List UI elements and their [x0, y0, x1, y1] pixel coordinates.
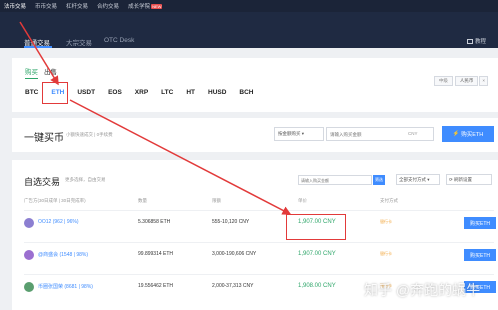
- nav-item-contract[interactable]: 合约交易: [97, 2, 119, 10]
- limit-value: 3,000-190,606 CNY: [212, 251, 257, 257]
- table-header: 广告方(30日成单 | 30日完成率) 数量 限额 单价 支付方式: [24, 198, 494, 208]
- buy-sell-toggle: 购买 出售: [25, 66, 57, 79]
- col-advertiser: 广告方(30日成单 | 30日完成率): [24, 198, 86, 203]
- filter-amount-input[interactable]: [298, 175, 372, 185]
- nav-item-academy-label: 成长学院: [128, 4, 151, 10]
- col-price: 单价: [298, 198, 307, 203]
- nav-item-fiat[interactable]: 法币交易: [4, 2, 26, 10]
- eth-highlight-box: [42, 82, 68, 104]
- quick-buy-panel: 一键买币 小额快速成交 | 0手续费 按金额购买 ▾ CNY ⚡ 购买ETH: [12, 118, 498, 152]
- price-value: 1,907.00 CNY: [298, 251, 336, 257]
- price-highlight-box: [286, 214, 346, 240]
- quantity-value: 5.306858 ETH: [138, 219, 171, 225]
- tutorial-link[interactable]: 教程: [466, 37, 486, 45]
- sub-nav: 普通交易 大宗交易 OTC Desk 教程: [0, 12, 498, 48]
- amount-unit: CNY: [408, 131, 418, 136]
- lightning-icon: ⚡: [452, 131, 460, 137]
- watermark: 知乎 @奔跑的蜗牛: [364, 282, 481, 298]
- quick-buy-subtitle: 小额快速成交 | 0手续费: [66, 132, 113, 137]
- quick-buy-eth-button[interactable]: ⚡ 购买ETH: [442, 126, 494, 142]
- coin-btc[interactable]: BTC: [25, 89, 38, 96]
- avatar: [24, 218, 34, 228]
- new-badge: NEW: [151, 4, 163, 9]
- book-icon: [466, 38, 473, 44]
- coin-bch[interactable]: BCH: [239, 89, 253, 96]
- limit-value: 555-10,120 CNY: [212, 219, 250, 225]
- coin-ltc[interactable]: LTC: [161, 89, 173, 96]
- refresh-settings-button[interactable]: ⟳ 刷新设置: [446, 174, 492, 185]
- payment-method: 银行卡: [380, 219, 392, 224]
- level-select[interactable]: 中级: [433, 76, 453, 86]
- table-row: @商盛会 (1548 | 98%) 99.899314 ETH 3,000-19…: [24, 242, 496, 270]
- display-options: 中级 人民币 ×: [432, 76, 488, 86]
- coin-ht[interactable]: HT: [186, 89, 195, 96]
- limit-value: 2,000-37,313 CNY: [212, 283, 254, 289]
- row-buy-button[interactable]: 购买ETH: [464, 249, 496, 261]
- avatar: [24, 250, 34, 260]
- refresh-icon: ⟳: [449, 177, 453, 182]
- filter-button[interactable]: 筛选: [373, 175, 385, 185]
- avatar: [24, 282, 34, 292]
- quick-buy-eth-label: 购买ETH: [461, 132, 484, 138]
- advertiser-name[interactable]: @商盛会 (1548 | 98%): [38, 251, 88, 258]
- self-select-title: 自选交易: [24, 177, 61, 187]
- advertiser-name[interactable]: OO12 (962 | 96%): [38, 219, 79, 225]
- col-payment: 支付方式: [380, 198, 398, 203]
- row-buy-button[interactable]: 购买ETH: [464, 217, 496, 229]
- col-limit: 限额: [212, 198, 221, 203]
- nav-item-spot[interactable]: 币币交易: [35, 2, 57, 10]
- payment-method: 银行卡: [380, 251, 392, 256]
- payment-method-select[interactable]: 全部支付方式 ▾: [396, 174, 440, 185]
- amount-input[interactable]: [326, 127, 434, 141]
- coin-eos[interactable]: EOS: [108, 89, 122, 96]
- buy-tab[interactable]: 购买: [25, 66, 38, 79]
- tutorial-label: 教程: [474, 39, 486, 45]
- coin-xrp[interactable]: XRP: [135, 89, 148, 96]
- buy-method-select[interactable]: 按金额购买 ▾: [274, 127, 324, 141]
- col-quantity: 数量: [138, 198, 147, 203]
- advertiser-name[interactable]: 币圈张国荣 (8681 | 98%): [38, 283, 93, 290]
- quantity-value: 99.899314 ETH: [138, 251, 174, 257]
- currency-select[interactable]: 人民币: [454, 76, 479, 86]
- quantity-value: 19.556462 ETH: [138, 283, 174, 289]
- quick-buy-title: 一键买币: [24, 133, 64, 144]
- self-select-subtitle: 更多选择，自由交易: [65, 177, 106, 182]
- active-tab-underline: [24, 46, 52, 48]
- coin-husd[interactable]: HUSD: [208, 89, 226, 96]
- sell-tab[interactable]: 出售: [44, 66, 57, 79]
- nav-item-academy[interactable]: 成长学院 NEW: [128, 2, 163, 10]
- refresh-label: 刷新设置: [454, 177, 473, 182]
- coin-usdt[interactable]: USDT: [77, 89, 95, 96]
- nav-item-margin[interactable]: 杠杆交易: [66, 2, 88, 10]
- close-icon[interactable]: ×: [479, 76, 488, 86]
- tab-bulk-trade[interactable]: 大宗交易: [66, 37, 92, 47]
- price-value: 1,908.00 CNY: [298, 283, 336, 289]
- tab-otc-desk[interactable]: OTC Desk: [104, 37, 134, 44]
- payment-method-value: 全部支付方式: [399, 177, 426, 182]
- coin-selector-panel: 购买 出售 BTC ETH USDT EOS XRP LTC HT HUSD B…: [12, 58, 498, 112]
- top-nav-bar: 法币交易 币币交易 杠杆交易 合约交易 成长学院 NEW: [0, 0, 498, 12]
- buy-method-value: 按金额购买: [278, 131, 301, 136]
- table-row: OO12 (962 | 96%) 5.306858 ETH 555-10,120…: [24, 210, 496, 238]
